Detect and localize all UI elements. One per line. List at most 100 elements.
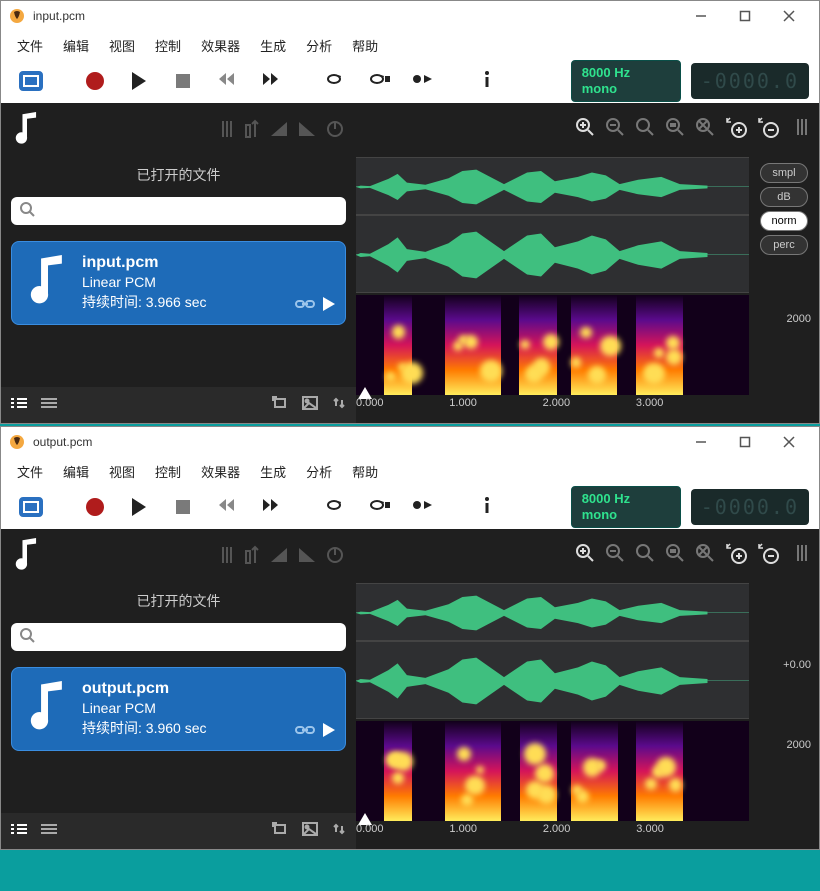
search-input[interactable] (11, 197, 346, 225)
export-button[interactable] (272, 396, 288, 415)
export-button[interactable] (272, 822, 288, 841)
link-icon[interactable] (295, 723, 315, 742)
sidebar-footer (1, 813, 356, 849)
file-note-icon (26, 255, 70, 312)
record-button[interactable] (75, 65, 115, 97)
file-card[interactable]: output.pcm Linear PCM 持续时间: 3.960 sec (11, 667, 346, 751)
close-button[interactable] (767, 2, 811, 30)
menu-item[interactable]: 效果器 (191, 32, 250, 59)
waveform-overview[interactable] (356, 157, 749, 215)
loop-button[interactable] (315, 65, 355, 97)
screenshot-button[interactable] (302, 822, 318, 841)
fade-in-icon[interactable] (270, 121, 288, 142)
knob-icon[interactable] (326, 546, 344, 569)
sort-button[interactable] (332, 396, 346, 415)
screenshot-button[interactable] (302, 396, 318, 415)
range-select-icon[interactable] (244, 119, 260, 144)
close-button[interactable] (767, 428, 811, 456)
minimize-button[interactable] (679, 2, 723, 30)
fade-out-icon[interactable] (298, 121, 316, 142)
record-button[interactable] (75, 491, 115, 523)
titlebar[interactable]: output.pcm (1, 427, 819, 457)
sort-button[interactable] (332, 822, 346, 841)
knob-icon[interactable] (326, 120, 344, 143)
waveform-main[interactable] (356, 215, 749, 293)
menu-item[interactable]: 效果器 (191, 458, 250, 485)
spectrogram[interactable] (356, 295, 749, 395)
stop-button[interactable] (163, 65, 203, 97)
bars-icon[interactable] (220, 119, 234, 144)
selection-tool-button[interactable] (11, 65, 51, 97)
spectrogram[interactable] (356, 721, 749, 821)
link-icon[interactable] (295, 297, 315, 316)
menu-item[interactable]: 文件 (7, 32, 53, 59)
menu-item[interactable]: 视图 (99, 32, 145, 59)
menu-item[interactable]: 分析 (296, 32, 342, 59)
record-icon (86, 72, 104, 90)
selection-tool-button[interactable] (11, 491, 51, 523)
menu-item[interactable]: 编辑 (53, 458, 99, 485)
fade-in-icon[interactable] (270, 547, 288, 568)
menu-item[interactable]: 控制 (145, 32, 191, 59)
file-name: input.pcm (82, 254, 207, 272)
search-icon (19, 627, 35, 648)
menu-item[interactable]: 文件 (7, 458, 53, 485)
menu-item[interactable]: 帮助 (342, 32, 388, 59)
titlebar[interactable]: input.pcm (1, 1, 819, 31)
play-button[interactable] (119, 491, 159, 523)
play-from-cursor-button[interactable] (403, 65, 443, 97)
rewind-button[interactable] (207, 491, 247, 523)
waveform-main[interactable] (356, 641, 749, 719)
fast-forward-button[interactable] (251, 65, 291, 97)
menu-item[interactable]: 控制 (145, 458, 191, 485)
sidebar: 已打开的文件 input.pcm Linear PCM 持续时间: 3.966 … (1, 103, 356, 423)
rewind-button[interactable] (207, 65, 247, 97)
scale-selector: smpl dB norm perc (749, 163, 819, 255)
scale-pill-dB[interactable]: dB (760, 187, 808, 207)
loop-selection-button[interactable] (359, 65, 399, 97)
info-button[interactable] (467, 65, 507, 97)
info-button[interactable] (467, 491, 507, 523)
app-icon (9, 434, 25, 450)
maximize-button[interactable] (723, 2, 767, 30)
list-view-button[interactable] (11, 396, 27, 414)
range-select-icon[interactable] (244, 545, 260, 570)
bars-icon[interactable] (220, 545, 234, 570)
menu-item[interactable]: 帮助 (342, 458, 388, 485)
loop-button[interactable] (315, 491, 355, 523)
card-play-button[interactable] (323, 723, 335, 742)
channels-value: mono (582, 507, 670, 523)
loop-selection-button[interactable] (359, 491, 399, 523)
card-play-button[interactable] (323, 297, 335, 316)
time-tick: 1.000 (449, 823, 477, 835)
loop-icon (324, 497, 346, 518)
scale-pill-smpl[interactable]: smpl (760, 163, 808, 183)
music-note-icon (13, 538, 41, 577)
list-view-button[interactable] (11, 822, 27, 840)
menu-item[interactable]: 生成 (250, 32, 296, 59)
file-card[interactable]: input.pcm Linear PCM 持续时间: 3.966 sec (11, 241, 346, 325)
opened-files-label: 已打开的文件 (1, 159, 356, 191)
fast-forward-button[interactable] (251, 491, 291, 523)
menu-item[interactable]: 分析 (296, 458, 342, 485)
time-axis: 0.0001.0002.0003.000 (356, 395, 749, 419)
menu-item[interactable]: 视图 (99, 458, 145, 485)
stop-button[interactable] (163, 491, 203, 523)
menu-item[interactable]: 生成 (250, 458, 296, 485)
loop-selection-icon (367, 71, 391, 92)
menu-item[interactable]: 编辑 (53, 32, 99, 59)
fade-out-icon[interactable] (298, 547, 316, 568)
info-icon (483, 70, 491, 93)
compact-view-button[interactable] (41, 822, 57, 840)
scale-pill-perc[interactable]: perc (760, 235, 808, 255)
compact-view-button[interactable] (41, 396, 57, 414)
rewind-icon (217, 71, 237, 92)
search-input[interactable] (11, 623, 346, 651)
loop-icon (324, 71, 346, 92)
maximize-button[interactable] (723, 428, 767, 456)
minimize-button[interactable] (679, 428, 723, 456)
waveform-overview[interactable] (356, 583, 749, 641)
play-button[interactable] (119, 65, 159, 97)
scale-pill-norm[interactable]: norm (760, 211, 808, 231)
play-from-cursor-button[interactable] (403, 491, 443, 523)
